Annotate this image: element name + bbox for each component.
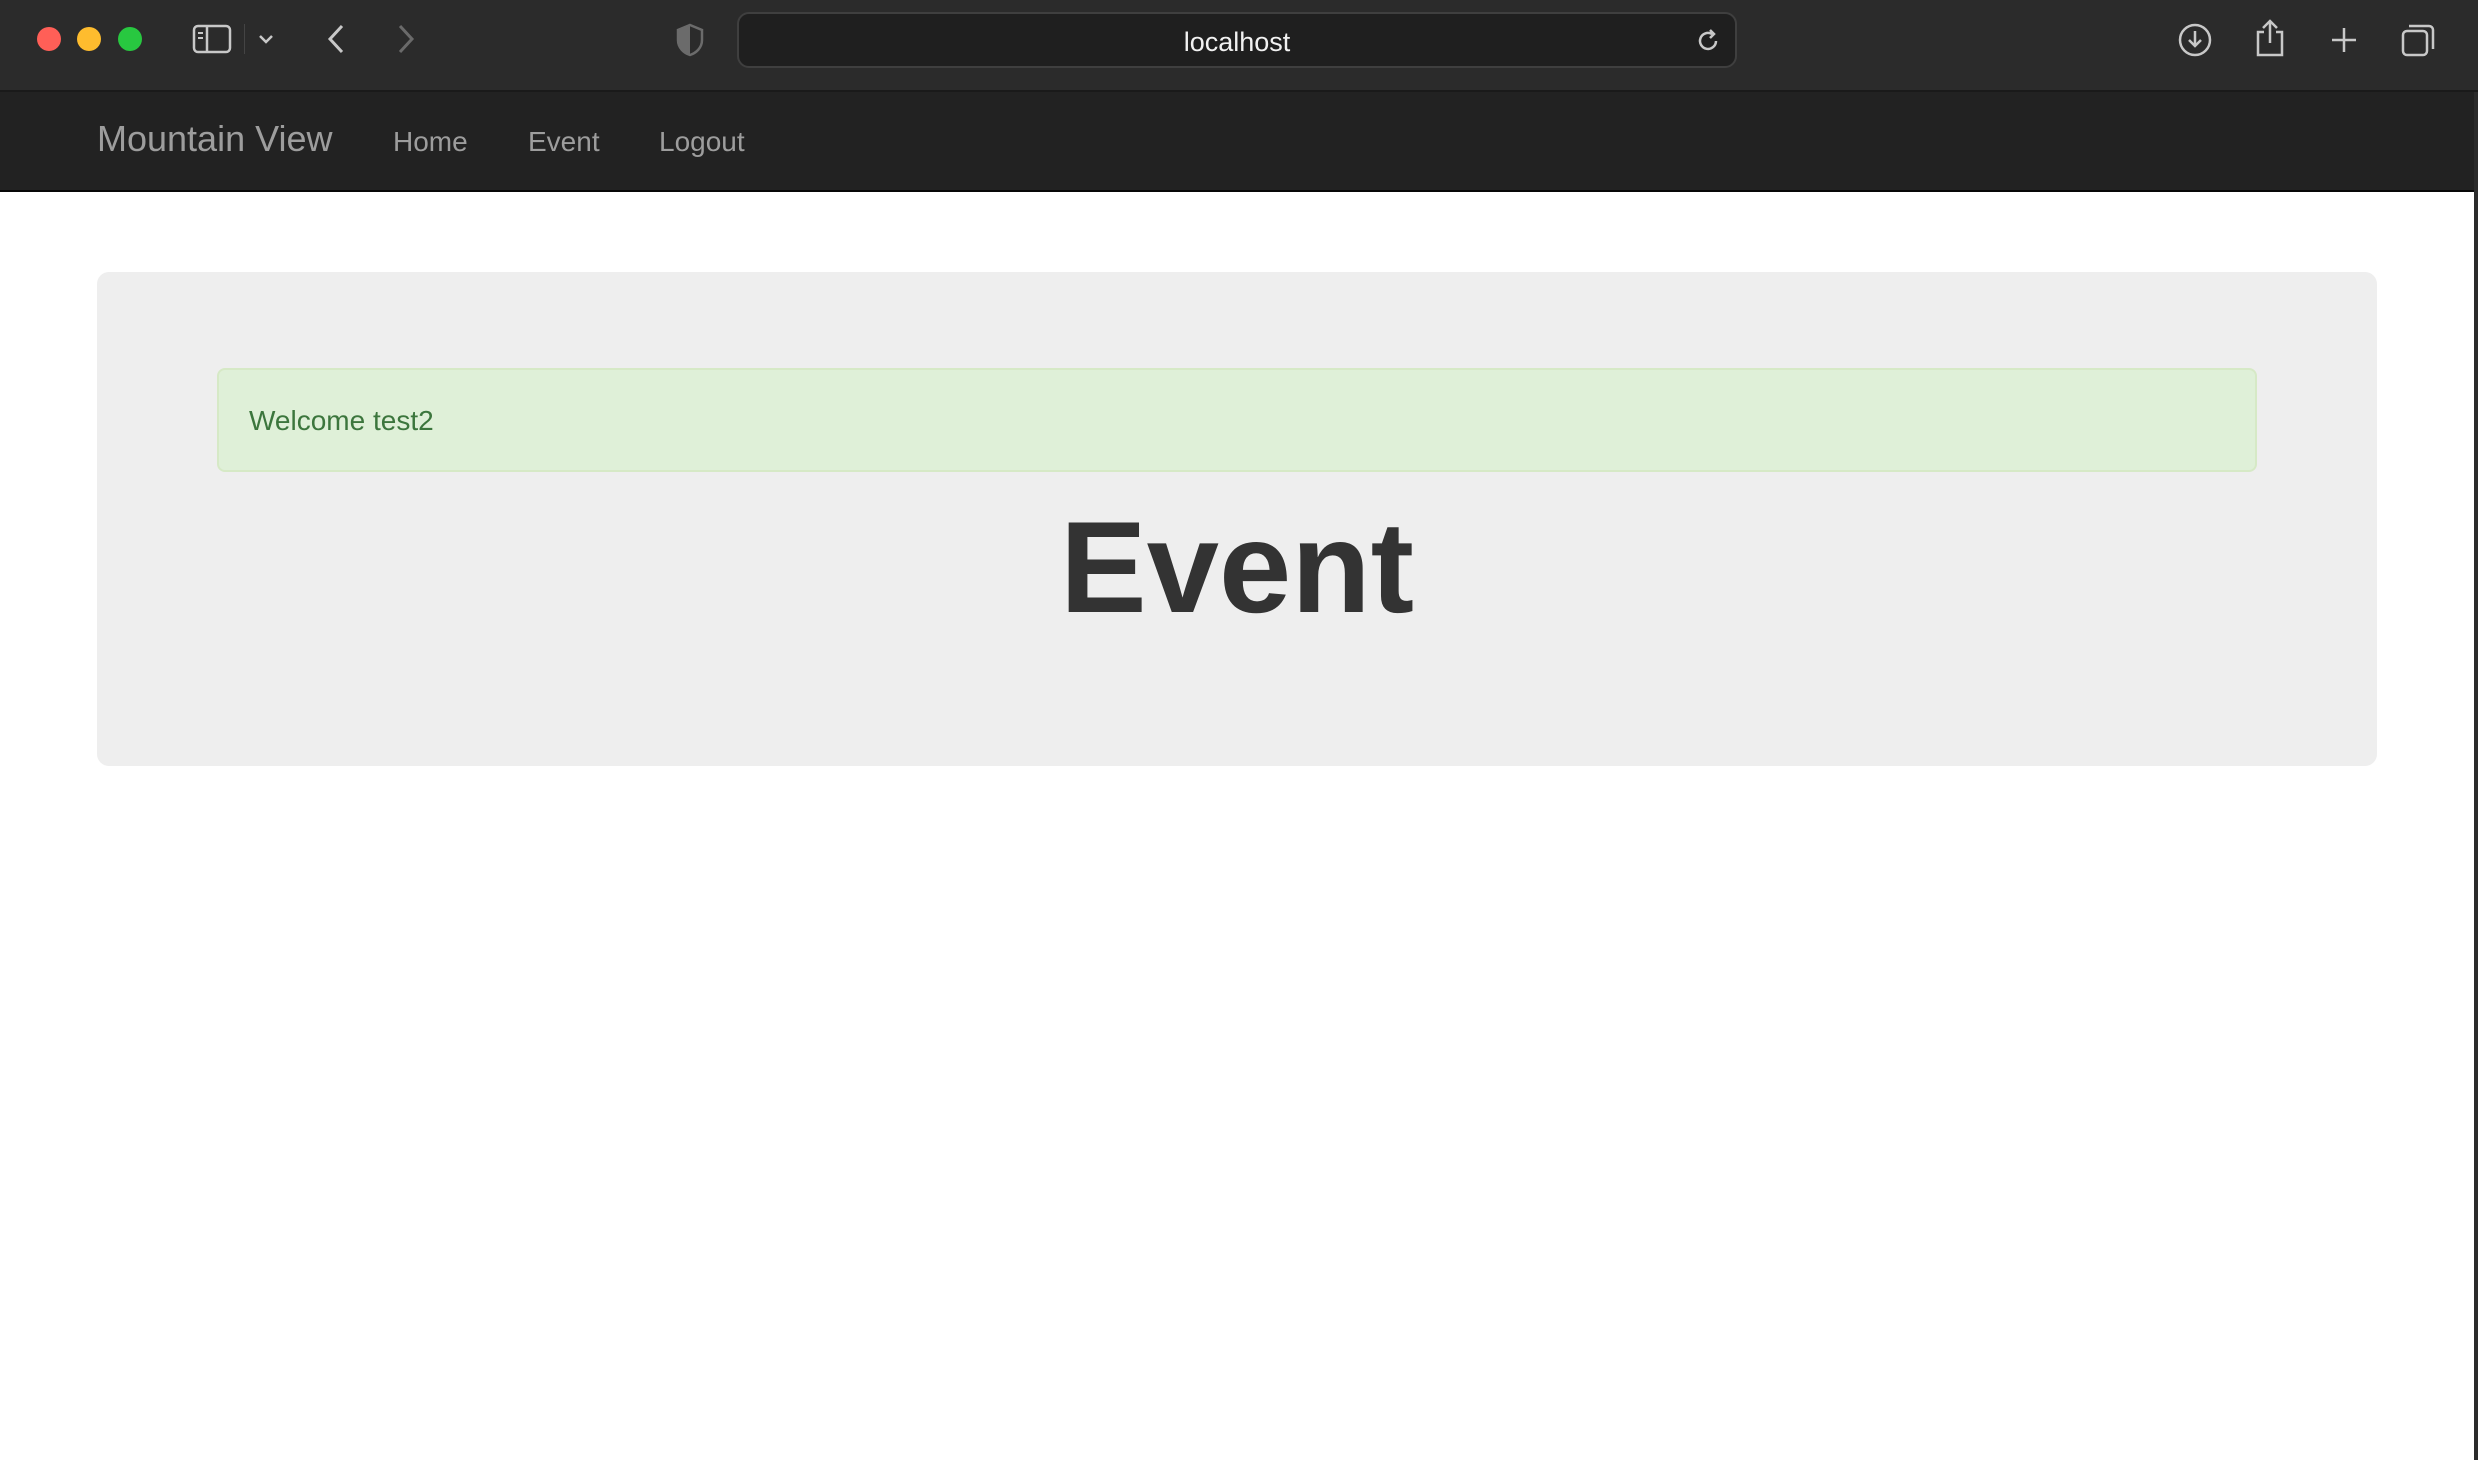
chevron-down-icon[interactable] — [252, 24, 280, 54]
back-arrow-icon[interactable] — [316, 18, 356, 60]
nav-link-event[interactable]: Event — [528, 126, 600, 158]
nav-link-logout[interactable]: Logout — [659, 126, 745, 158]
site-navbar: Mountain View Home Event Logout — [0, 92, 2474, 192]
sidebar-icon[interactable] — [190, 20, 234, 58]
shield-icon[interactable] — [670, 20, 710, 60]
share-icon[interactable] — [2248, 14, 2292, 62]
page-title: Event — [1059, 494, 1414, 640]
address-bar[interactable]: localhost — [737, 12, 1737, 68]
alert-message: Welcome test2 — [249, 405, 434, 436]
maximize-window-button[interactable] — [118, 27, 142, 51]
plus-icon[interactable] — [2322, 18, 2366, 62]
download-icon[interactable] — [2173, 18, 2217, 62]
brand-link[interactable]: Mountain View — [97, 118, 332, 160]
welcome-alert: Welcome test2 — [217, 368, 2257, 472]
jumbotron: Welcome test2 Event — [97, 272, 2377, 766]
minimize-window-button[interactable] — [77, 27, 101, 51]
browser-toolbar: localhost — [0, 0, 2478, 92]
forward-arrow-icon[interactable] — [386, 18, 426, 60]
close-window-button[interactable] — [37, 27, 61, 51]
nav-link-home[interactable]: Home — [393, 126, 468, 158]
tabs-icon[interactable] — [2396, 18, 2440, 62]
url-text: localhost — [1183, 27, 1291, 57]
window-edge — [2474, 92, 2478, 1460]
toolbar-separator — [244, 24, 245, 54]
reload-icon[interactable] — [1691, 24, 1725, 58]
